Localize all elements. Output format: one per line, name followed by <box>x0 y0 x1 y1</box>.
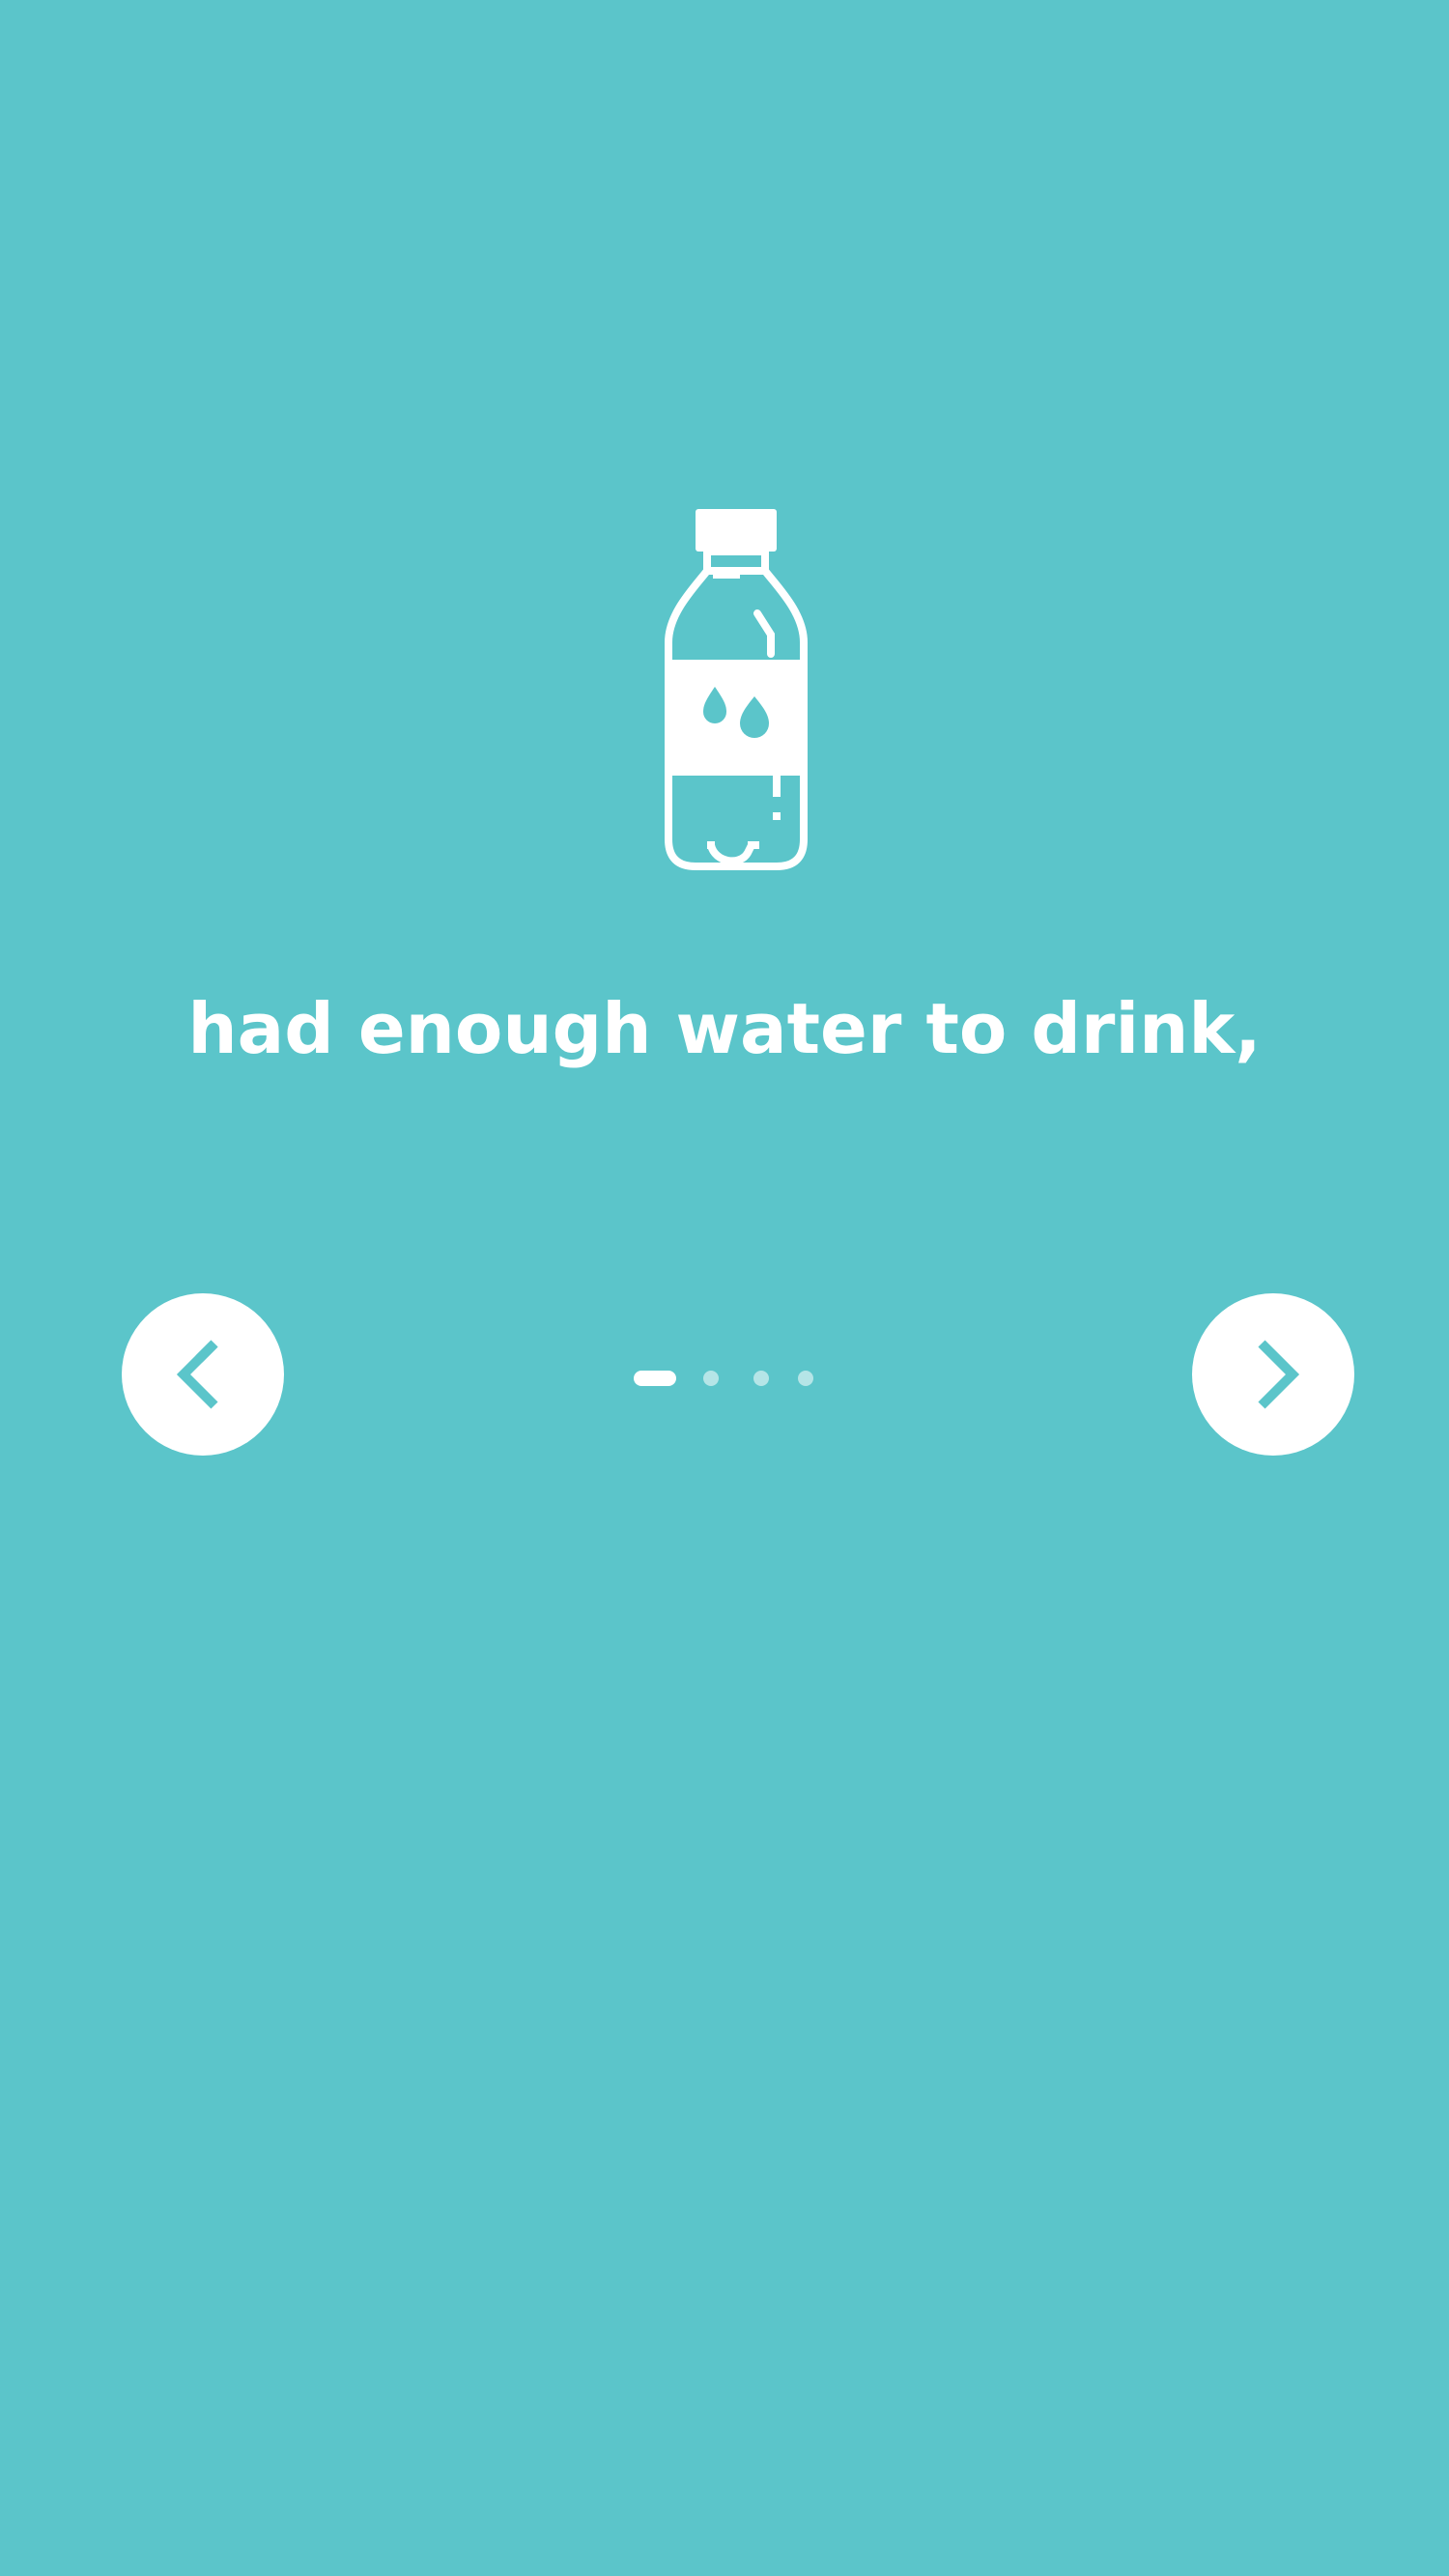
onboarding-screen: had enough water to drink, <box>0 0 1449 2576</box>
page-dot-1[interactable] <box>634 1371 676 1386</box>
chevron-right-icon <box>1258 1340 1300 1409</box>
chevron-left-icon <box>176 1340 218 1409</box>
page-dot-4[interactable] <box>798 1371 813 1386</box>
page-dot-2[interactable] <box>703 1371 719 1386</box>
page-dot-3[interactable] <box>753 1371 769 1386</box>
page-indicator <box>634 1371 817 1390</box>
water-bottle-icon <box>665 509 808 870</box>
next-button[interactable] <box>1192 1293 1354 1456</box>
previous-button[interactable] <box>122 1293 284 1456</box>
slide-message: had enough water to drink, <box>187 988 1262 1069</box>
